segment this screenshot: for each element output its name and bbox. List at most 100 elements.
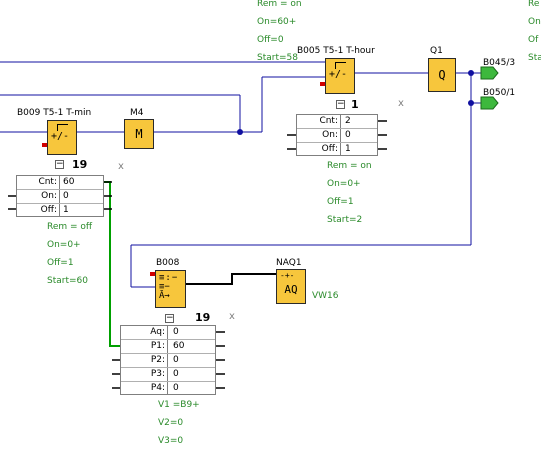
annotation-line: Off=1: [47, 258, 74, 268]
param-value[interactable]: 0: [173, 369, 179, 379]
b005-label: B005 T5-1 T-hour: [297, 46, 375, 56]
b009-label: B009 T5-1 T-min: [17, 108, 92, 118]
param-value[interactable]: 2: [345, 116, 351, 126]
b008-close-icon[interactable]: x: [229, 311, 235, 322]
param-label: Aq:: [150, 327, 165, 337]
param-value[interactable]: 0: [173, 355, 179, 365]
output-label-b050: B050/1: [483, 88, 516, 98]
param-row: On: 0: [17, 190, 103, 204]
junction-dot: [468, 70, 474, 76]
param-value[interactable]: 60: [63, 177, 74, 187]
param-value[interactable]: 60: [173, 341, 184, 351]
b008-collapse-button[interactable]: −: [165, 314, 174, 323]
param-row: P3: 0: [121, 368, 215, 382]
annotation-line: Re: [528, 0, 540, 9]
param-value[interactable]: 0: [63, 191, 69, 201]
m4-block[interactable]: M: [124, 119, 154, 149]
param-label: On:: [322, 130, 338, 140]
annotation-line: V2=0: [158, 418, 184, 428]
param-label: P3:: [150, 369, 165, 379]
b009-param-table: Cnt: 60 On: 0 Off: 1: [16, 175, 104, 217]
b005-count: 1: [351, 98, 359, 111]
b009-count: 19: [72, 158, 88, 171]
param-row: P2: 0: [121, 354, 215, 368]
param-value[interactable]: 0: [173, 327, 179, 337]
annotation-line: Rem = on: [257, 0, 302, 9]
green-wire: [104, 181, 120, 347]
analog-output-glyph: AQ: [284, 283, 298, 296]
q1-block[interactable]: Q: [428, 58, 456, 92]
b005-top-annotation: Rem = on On=60+ Off=0 Start=58: [257, 0, 302, 67]
b009-annotation: Rem = off On=0+ Off=1 Start=60: [47, 218, 92, 290]
naq1-label: NAQ1: [276, 258, 302, 268]
b009-collapse-button[interactable]: −: [55, 160, 64, 169]
b005-reset-pin: [320, 82, 325, 86]
param-row: P4: 0: [121, 382, 215, 396]
b005-block[interactable]: +/-: [325, 58, 355, 94]
param-row: Cnt: 60: [17, 176, 103, 190]
annotation-line: On=0+: [47, 240, 81, 250]
b008-annotation: V1 =B9+ V2=0 V3=0: [158, 396, 200, 450]
b008-count: 19: [195, 311, 211, 324]
analog-wire: [186, 273, 276, 285]
annotation-line: On: [528, 17, 541, 27]
junction-dot: [237, 129, 243, 135]
b008-enable-pin: [150, 272, 155, 276]
param-label: Cnt:: [38, 177, 57, 187]
junction-dot: [468, 100, 474, 106]
param-label: Off:: [321, 144, 338, 154]
param-value[interactable]: 1: [63, 205, 69, 215]
annotation-line: Start=2: [327, 215, 363, 225]
param-row: Cnt: 2: [297, 115, 377, 129]
annotation-line: On=0+: [327, 179, 361, 189]
annotation-line: Off=0: [257, 35, 284, 45]
output-connector-b050[interactable]: [480, 96, 499, 110]
annotation-line: Start=58: [257, 53, 298, 63]
naq1-var-annotation: VW16: [312, 291, 339, 301]
counter-glyph: +/-: [329, 69, 348, 80]
b009-close-icon[interactable]: x: [118, 161, 124, 172]
param-label: Cnt:: [319, 116, 338, 126]
param-label: P1:: [150, 341, 165, 351]
annotation-line: Start=60: [47, 276, 88, 286]
annotation-line: Rem = on: [327, 161, 372, 171]
counter-icon: +/-: [329, 62, 347, 80]
annotation-line: Sta: [528, 53, 541, 63]
naq1-block[interactable]: -+- AQ: [276, 269, 306, 304]
output-connector-b045[interactable]: [480, 66, 499, 80]
param-value[interactable]: 0: [345, 130, 351, 140]
annotation-line: V1 =B9+: [158, 400, 200, 410]
output-glyph: Q: [438, 68, 446, 82]
param-row: P1: 60: [121, 340, 215, 354]
annotation-line: Off=1: [327, 197, 354, 207]
param-label: P4:: [150, 383, 165, 393]
counter-glyph: +/-: [51, 131, 70, 142]
right-cut-annotation: Re On Of Sta: [528, 0, 541, 67]
output-label-b045: B045/3: [483, 58, 516, 68]
b005-close-icon[interactable]: x: [398, 98, 404, 109]
param-label: P2:: [150, 355, 165, 365]
param-value[interactable]: 1: [345, 144, 351, 154]
counter-icon: +/-: [51, 124, 69, 142]
b008-label: B008: [156, 258, 180, 268]
b005-param-table: Cnt: 2 On: 0 Off: 1: [296, 114, 378, 156]
param-value[interactable]: 0: [173, 383, 179, 393]
b005-collapse-button[interactable]: −: [336, 100, 345, 109]
param-row: Aq: 0: [121, 326, 215, 340]
annotation-line: On=60+: [257, 17, 297, 27]
param-row: On: 0: [297, 129, 377, 143]
b008-block[interactable]: ≡:− ≡− Ā→: [155, 270, 186, 308]
b009-reset-pin: [42, 143, 47, 147]
annotation-line: V3=0: [158, 436, 184, 446]
annotation-line: Of: [528, 35, 539, 45]
b009-block[interactable]: +/-: [47, 120, 77, 155]
text-display-icon: ≡:− ≡− Ā→: [159, 273, 179, 301]
param-row: Off: 1: [297, 143, 377, 157]
m4-label: M4: [130, 108, 144, 118]
marker-glyph: M: [135, 127, 143, 141]
annotation-line: Rem = off: [47, 222, 93, 232]
analog-output-mark: -+-: [280, 271, 295, 280]
b005-annotation: Rem = on On=0+ Off=1 Start=2: [327, 157, 372, 229]
param-label: Off:: [40, 205, 57, 215]
param-row: Off: 1: [17, 204, 103, 218]
